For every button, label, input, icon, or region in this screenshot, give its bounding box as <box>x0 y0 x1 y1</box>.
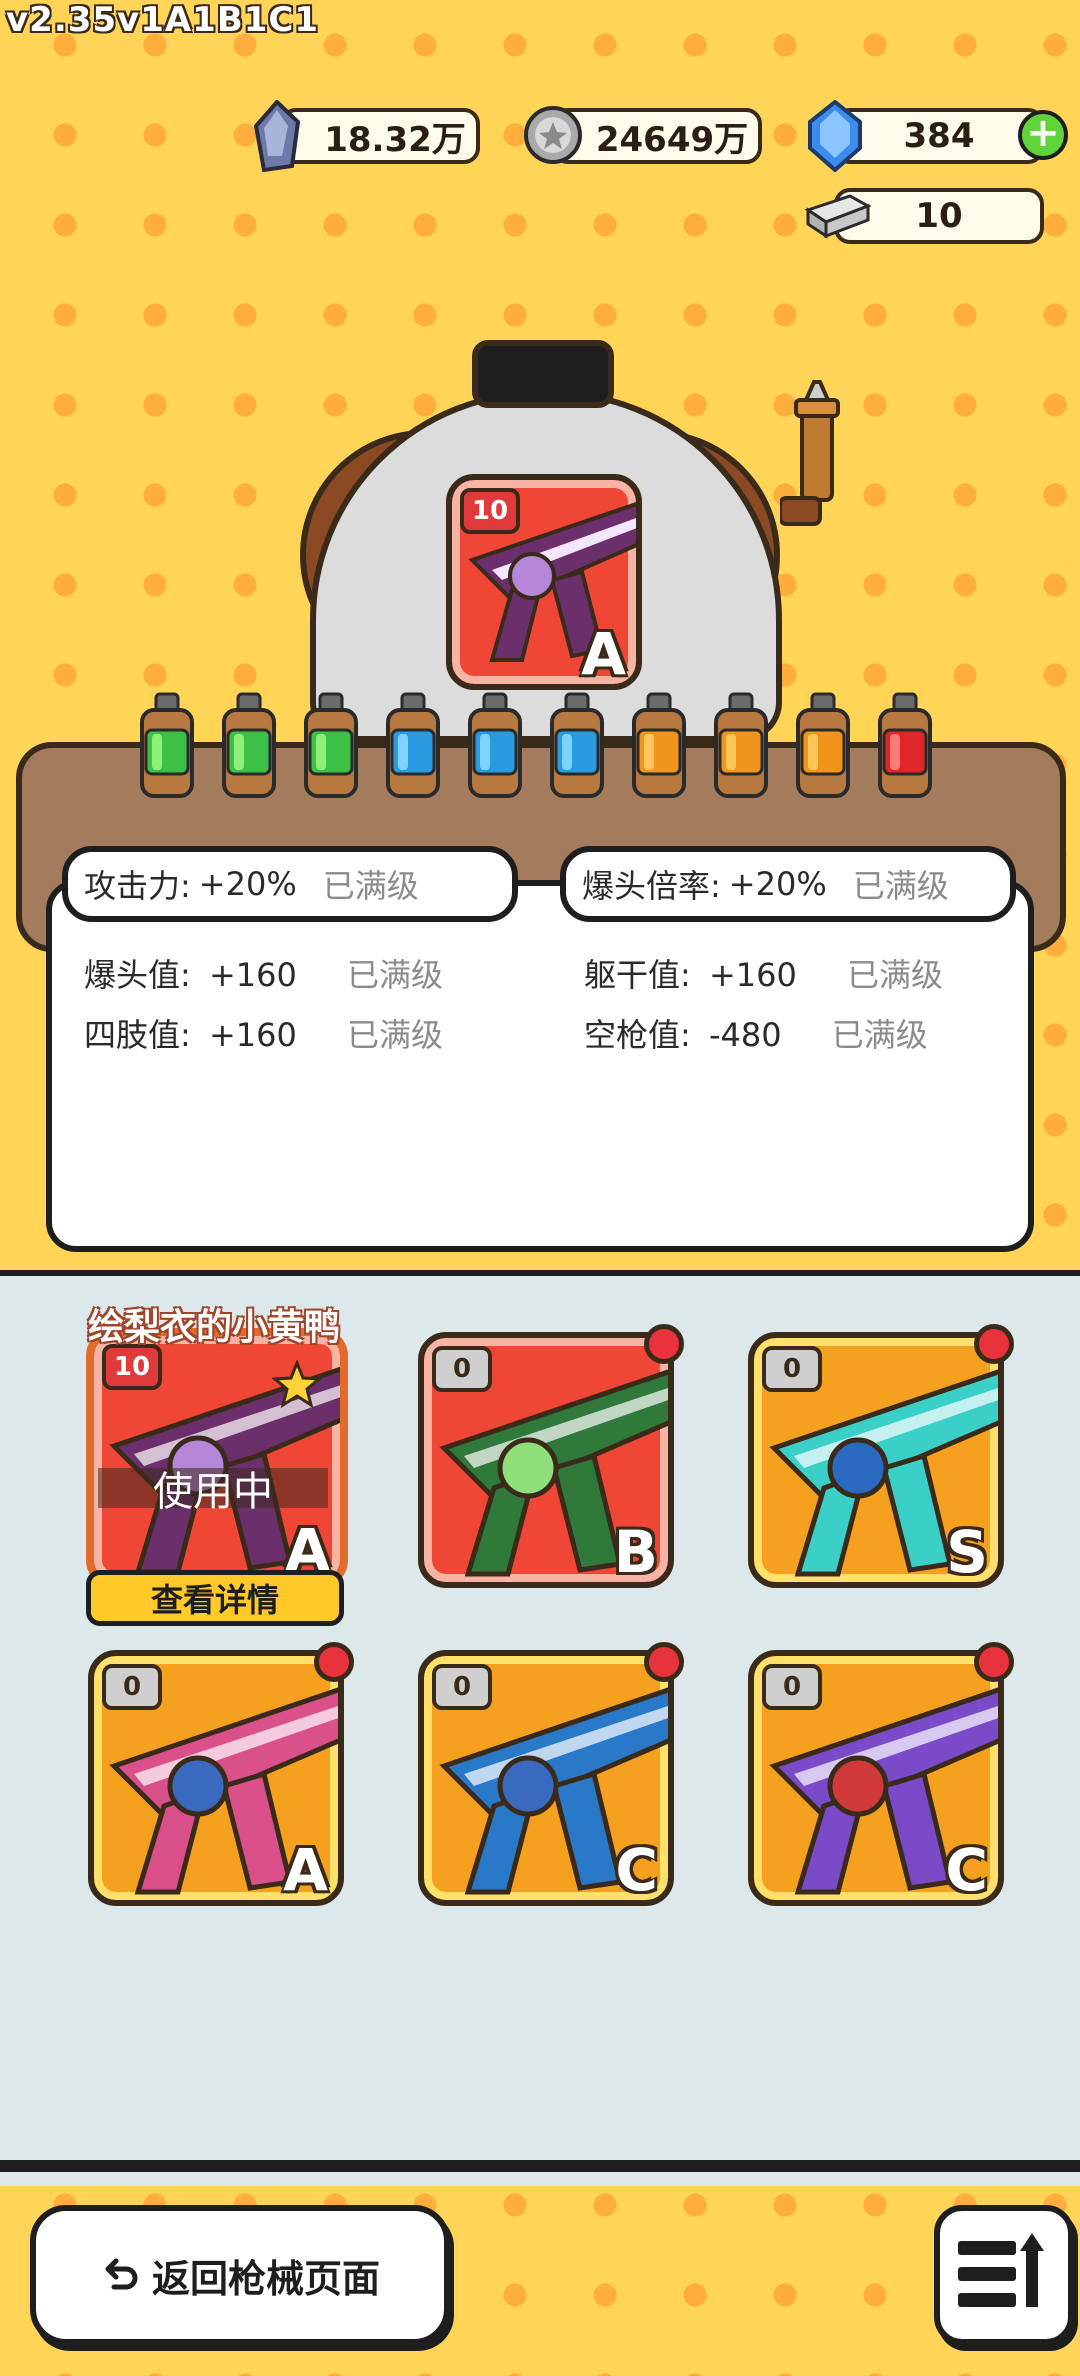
headshot-value-number: +160 <box>208 956 297 994</box>
skin-card[interactable]: 0B <box>418 1332 674 1588</box>
potion-bottle-icon <box>386 692 440 798</box>
headshot-mult-label: 爆头倍率: <box>582 867 721 905</box>
silver-bar-amount: 10 <box>915 196 963 236</box>
new-skin-dot <box>974 1642 1014 1682</box>
potion-bottle-icon <box>550 692 604 798</box>
limb-value-stat: 四肢值: +160 已满级 <box>84 1010 443 1056</box>
gem-icon <box>808 100 862 172</box>
torso-value-number: +160 <box>708 956 797 994</box>
skin-grade: C <box>945 1836 988 1904</box>
machine-weapon-card[interactable]: 10 A <box>446 474 642 690</box>
view-details-button[interactable]: 查看详情 <box>86 1570 344 1626</box>
skin-level-badge: 0 <box>762 1346 822 1392</box>
potion-bottle-icon <box>714 692 768 798</box>
stats-panel <box>46 880 1034 1252</box>
headshot-value-stat: 爆头值: +160 已满级 <box>84 950 443 996</box>
skin-level-badge: 0 <box>762 1664 822 1710</box>
plus-icon: + <box>1026 110 1060 156</box>
sort-menu-button[interactable] <box>934 2205 1074 2345</box>
attack-status: 已满级 <box>322 867 419 905</box>
card-level-badge: 10 <box>460 488 520 534</box>
crystal-ore-icon <box>253 100 301 172</box>
skin-card[interactable]: 0A <box>88 1650 344 1906</box>
in-use-skin-name: 绘梨衣的小黄鸭 <box>87 1307 340 1348</box>
skin-grade: A <box>283 1836 328 1904</box>
new-skin-dot <box>314 1642 354 1682</box>
gem-counter: 384 <box>834 108 1044 164</box>
empty-value-number: -480 <box>708 1016 782 1054</box>
empty-value-label: 空枪值: <box>584 1016 691 1054</box>
potion-bottle-icon <box>468 692 522 798</box>
limb-value-label: 四肢值: <box>84 1016 191 1054</box>
skin-card[interactable]: 0S <box>748 1332 1004 1588</box>
skin-grade: B <box>613 1518 658 1586</box>
machine-lever-icon <box>780 380 840 526</box>
potion-bottle-icon <box>222 692 276 798</box>
potion-bottle-icon <box>140 692 194 798</box>
gem-amount: 384 <box>903 116 975 156</box>
skin-card[interactable]: 0C <box>748 1650 1004 1906</box>
new-skin-dot <box>644 1642 684 1682</box>
bottom-divider <box>0 2160 1080 2172</box>
headshot-value-status: 已满级 <box>347 956 444 994</box>
back-to-weapons-button[interactable]: 返回枪械页面 <box>30 2205 450 2345</box>
back-button-label: 返回枪械页面 <box>151 2256 380 2301</box>
card-grade: A <box>581 620 626 688</box>
crystal-ore-counter: 18.32万 <box>280 108 480 164</box>
skin-grade: C <box>615 1836 658 1904</box>
add-gem-button[interactable]: + <box>1018 110 1068 160</box>
empty-value-status: 已满级 <box>831 1016 928 1054</box>
attack-stat-pill: 攻击力: +20% 已满级 <box>62 846 518 922</box>
version-label: v2.35v1A1B1C1 <box>6 0 320 40</box>
undo-arrow-icon <box>105 2258 138 2290</box>
potion-bottle-icon <box>632 692 686 798</box>
skin-level-badge: 0 <box>102 1664 162 1710</box>
torso-value-label: 躯干值: <box>584 956 691 994</box>
empty-value-stat: 空枪值: -480 已满级 <box>584 1010 928 1056</box>
skin-level-badge: 0 <box>432 1664 492 1710</box>
skin-level-badge: 0 <box>432 1346 492 1392</box>
machine-slot <box>472 340 614 408</box>
limb-value-number: +160 <box>208 1016 297 1054</box>
headshot-mult-status: 已满级 <box>852 867 949 905</box>
skin-level-badge: 10 <box>102 1344 162 1390</box>
new-skin-dot <box>974 1324 1014 1364</box>
in-use-label: 使用中 <box>98 1468 328 1515</box>
crystal-ore-amount: 18.32万 <box>324 119 466 160</box>
sort-list-icon <box>958 2233 1044 2307</box>
torso-value-status: 已满级 <box>847 956 944 994</box>
coin-icon <box>524 106 582 164</box>
limb-value-status: 已满级 <box>347 1016 444 1054</box>
silver-bar-icon <box>804 194 872 239</box>
new-skin-dot <box>644 1324 684 1364</box>
potion-bottle-icon <box>304 692 358 798</box>
potion-bottle-icon <box>878 692 932 798</box>
headshot-value-label: 爆头值: <box>84 956 191 994</box>
potion-bottle-icon <box>796 692 850 798</box>
headshot-mult-pill: 爆头倍率: +20% 已满级 <box>560 846 1016 922</box>
attack-label: 攻击力: <box>84 867 191 905</box>
torso-value-stat: 躯干值: +160 已满级 <box>584 950 943 996</box>
favorite-star-icon[interactable] <box>272 1360 322 1410</box>
attack-value: +20% <box>198 865 297 903</box>
skin-grade: S <box>946 1518 988 1586</box>
headshot-mult-value: +20% <box>728 865 827 903</box>
skin-card[interactable]: 0C <box>418 1650 674 1906</box>
coin-amount: 24649万 <box>595 119 749 160</box>
